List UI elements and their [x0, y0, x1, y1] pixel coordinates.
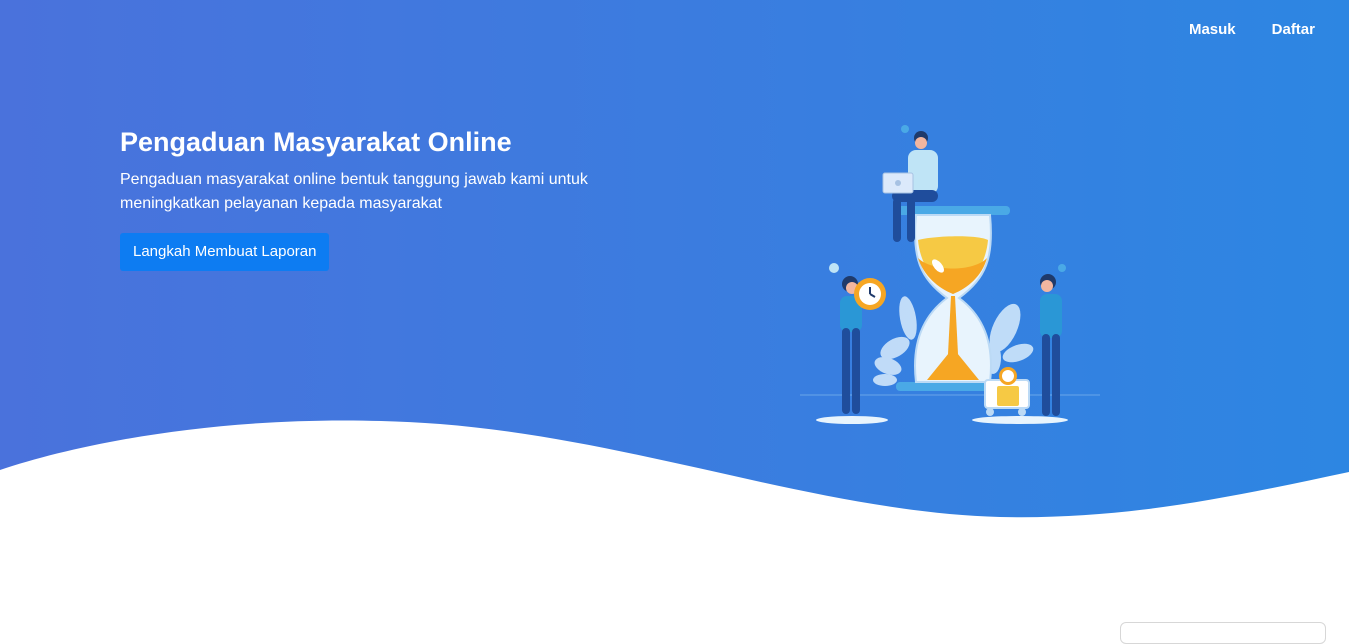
hero-section: Masuk Daftar Pengaduan Masyarakat Online…	[0, 0, 1349, 628]
top-nav: Masuk Daftar	[1189, 18, 1315, 42]
report-steps-button[interactable]: Langkah Membuat Laporan	[120, 233, 330, 271]
hero-subtitle: Pengaduan masyarakat online bentuk tangg…	[120, 171, 588, 212]
hero-wave-background	[0, 0, 1349, 518]
login-link[interactable]: Masuk	[1189, 18, 1236, 42]
page-title: Pengaduan Masyarakat Online	[120, 127, 512, 157]
plant-left	[873, 296, 917, 386]
hero-text: Pengaduan Masyarakat Online Pengaduan ma…	[120, 124, 640, 271]
bottom-right-card-edge	[1120, 622, 1326, 644]
hourglass-illustration	[800, 125, 1100, 424]
person-with-clock	[816, 263, 888, 424]
register-link[interactable]: Daftar	[1272, 18, 1315, 42]
